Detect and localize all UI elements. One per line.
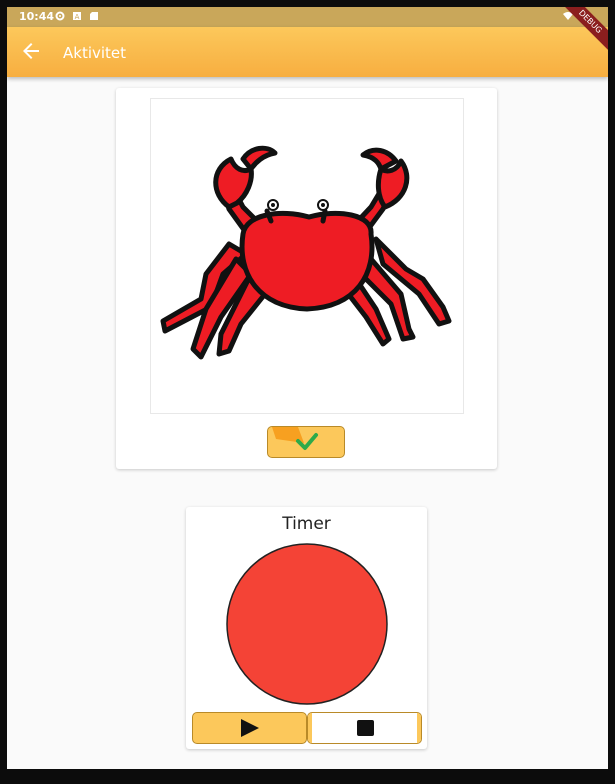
play-icon [241, 719, 259, 737]
notification-icon: A [73, 12, 81, 21]
activity-card [116, 88, 497, 469]
crab-icon [160, 145, 452, 360]
settings-icon [55, 11, 65, 21]
screen: 10:44 A Aktivitet DEBUG Timer [7, 7, 608, 769]
svg-text:A: A [75, 13, 80, 21]
app-bar: Aktivitet [7, 27, 608, 77]
sd-card-icon [90, 12, 98, 20]
timer-title: Timer [282, 514, 331, 534]
activity-image [150, 98, 464, 414]
timer-card: Timer [186, 507, 427, 749]
timer-dial [226, 543, 388, 705]
checkmark-icon [272, 427, 318, 450]
status-time: 10:44 [19, 10, 55, 23]
page-title: Aktivitet [63, 44, 127, 62]
complete-activity-button[interactable] [267, 426, 345, 458]
stop-icon [357, 720, 374, 736]
status-bar: 10:44 A [7, 7, 608, 27]
play-button[interactable] [192, 712, 307, 744]
stop-button[interactable] [307, 712, 422, 744]
back-arrow-icon[interactable] [19, 39, 43, 63]
